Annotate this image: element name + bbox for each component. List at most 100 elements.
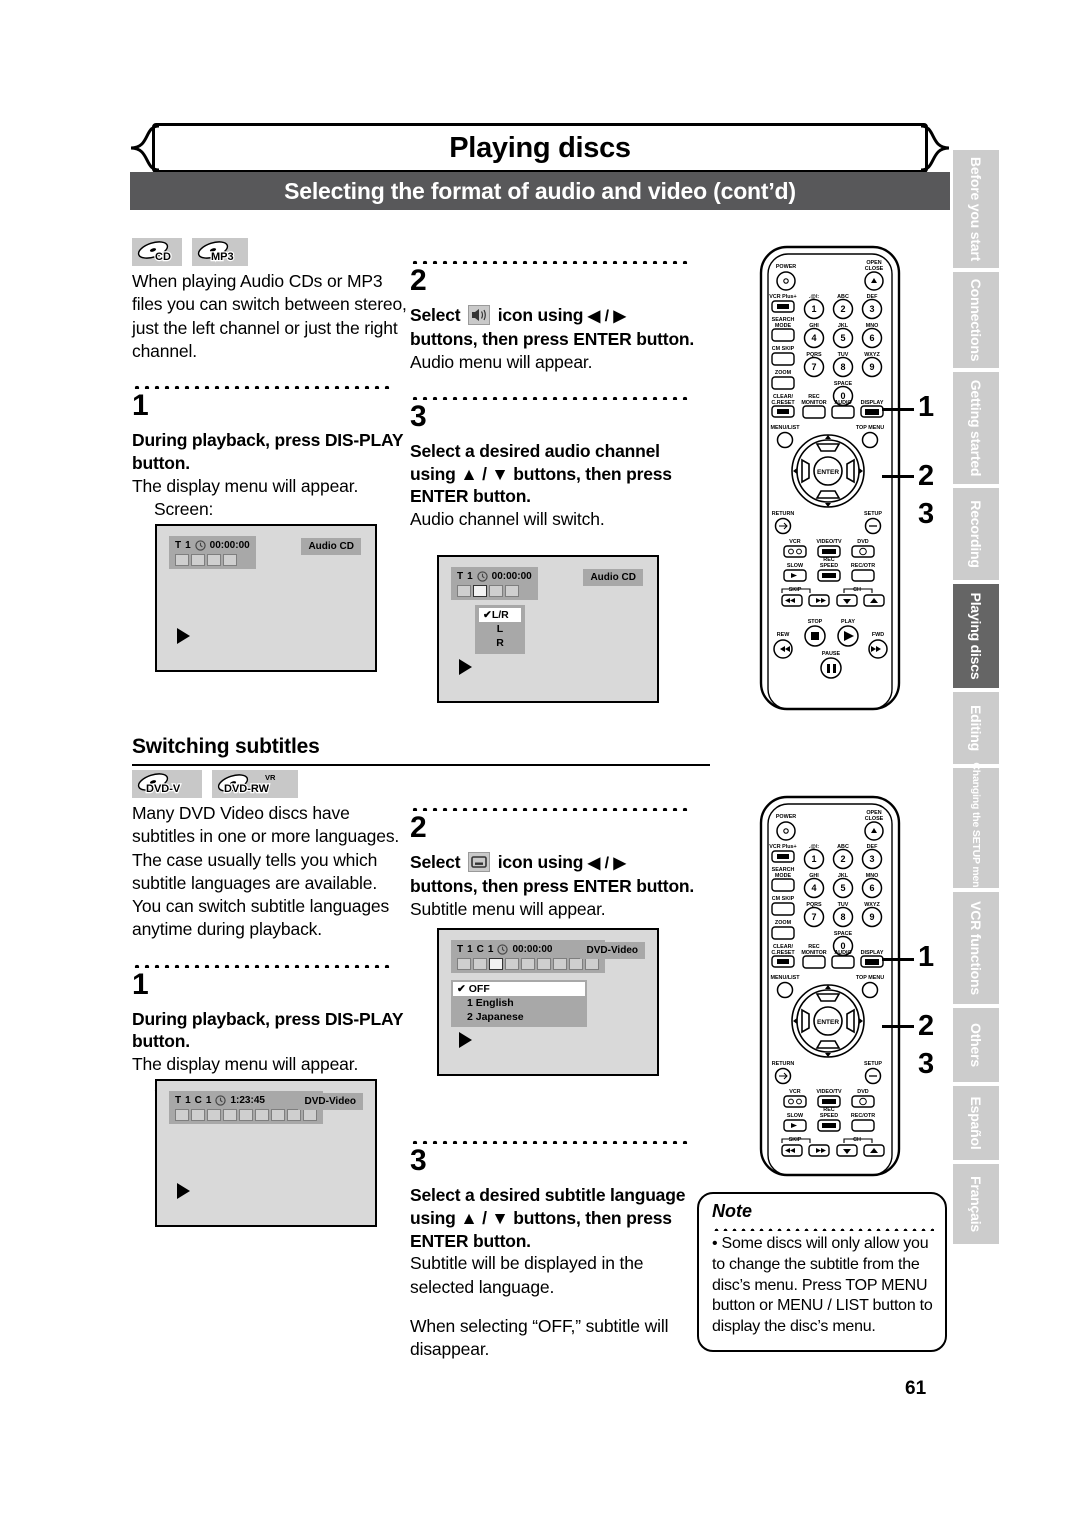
svg-text:MENU/LIST: MENU/LIST bbox=[770, 425, 800, 431]
sidebar-tab-label: Before you start bbox=[968, 156, 984, 262]
osd-angle-icon[interactable] bbox=[505, 958, 519, 970]
osd-bar: T 1 00:00:00 bbox=[451, 567, 538, 600]
svg-text:VCR: VCR bbox=[789, 1089, 800, 1095]
svg-text:RETURN: RETURN bbox=[772, 1061, 795, 1067]
osd-marker-icon[interactable] bbox=[207, 554, 221, 566]
svg-text:MENU/LIST: MENU/LIST bbox=[770, 975, 800, 981]
mp3-disc-icon: MP3 bbox=[197, 241, 235, 263]
switching-subtitles-heading-wrap: Switching subtitles bbox=[132, 735, 710, 766]
sidebar-tab-espa-ol[interactable]: Español bbox=[953, 1086, 999, 1160]
osd-audio-icon[interactable] bbox=[473, 585, 487, 597]
osd-search-icon[interactable] bbox=[537, 958, 551, 970]
osd-bookmark-icon[interactable] bbox=[303, 1109, 317, 1121]
menu-item-lr[interactable]: ✔L/R bbox=[479, 608, 521, 623]
osd-audio-icon[interactable] bbox=[473, 958, 487, 970]
sidebar-tab-label: Others bbox=[968, 1023, 984, 1067]
svg-text:ENTER: ENTER bbox=[817, 469, 839, 476]
osd-time: 00:00:00 bbox=[512, 944, 553, 955]
callout-line-2 bbox=[882, 475, 914, 478]
subtitle-language-menu: ✔ OFF 1 English 2 Japanese bbox=[451, 980, 587, 1027]
menu-item-off[interactable]: ✔ OFF bbox=[453, 982, 585, 997]
svg-text:MP3: MP3 bbox=[211, 251, 234, 263]
divider-dots bbox=[410, 1134, 688, 1144]
osd-search-icon[interactable] bbox=[223, 554, 237, 566]
svg-text:1: 1 bbox=[811, 304, 816, 314]
osd-subtitle-icon[interactable] bbox=[207, 1109, 221, 1121]
osd-noise-reduction-icon[interactable] bbox=[553, 958, 567, 970]
clock-icon bbox=[497, 944, 509, 955]
remote-control-diagram-audio: POWER OPENCLOSE VCR Plus+ SEARCHMODE CM … bbox=[759, 245, 901, 711]
svg-text:3: 3 bbox=[869, 304, 874, 314]
osd-zoom-icon[interactable] bbox=[287, 1109, 301, 1121]
osd-repeat-icon[interactable] bbox=[457, 585, 471, 597]
osd-marker-icon[interactable] bbox=[521, 958, 535, 970]
svg-text:SETUP: SETUP bbox=[864, 1061, 882, 1067]
callout-line-1 bbox=[882, 958, 914, 961]
osd-search-icon[interactable] bbox=[255, 1109, 269, 1121]
osd-subtitle-icon[interactable] bbox=[489, 958, 503, 970]
audio-step3-number: 3 bbox=[410, 399, 427, 433]
osd-time: 00:00:00 bbox=[209, 540, 250, 551]
sidebar-tab-others[interactable]: Others bbox=[953, 1008, 999, 1082]
osd-angle-icon[interactable] bbox=[223, 1109, 237, 1121]
osd-zoom-icon[interactable] bbox=[569, 958, 583, 970]
osd-marker-icon[interactable] bbox=[239, 1109, 253, 1121]
svg-text:5: 5 bbox=[840, 883, 845, 893]
svg-text:ZOOM: ZOOM bbox=[775, 370, 792, 376]
osd-noise-reduction-icon[interactable] bbox=[271, 1109, 285, 1121]
svg-text:9: 9 bbox=[869, 912, 874, 922]
check-icon: ✔ bbox=[457, 983, 466, 995]
svg-text:7: 7 bbox=[811, 362, 816, 372]
osd-marker-icon[interactable] bbox=[489, 585, 503, 597]
page-title: Playing discs bbox=[449, 131, 631, 164]
sidebar-tab-editing[interactable]: Editing bbox=[953, 692, 999, 764]
svg-text:SETUP: SETUP bbox=[864, 511, 882, 517]
svg-text:DVD-RW: DVD-RW bbox=[224, 783, 270, 795]
svg-text:7: 7 bbox=[811, 912, 816, 922]
subtitle-step2-heading-a: Select bbox=[410, 852, 461, 872]
osd-repeat-icon[interactable] bbox=[175, 554, 189, 566]
subtitle-step2-arrows: ◀ / ▶ bbox=[587, 855, 626, 872]
menu-item-r[interactable]: R bbox=[479, 636, 521, 650]
sidebar-tab-before-you-start[interactable]: Before you start bbox=[953, 150, 999, 268]
svg-text:PLAY: PLAY bbox=[841, 619, 855, 625]
osd-repeat-icon[interactable] bbox=[457, 958, 471, 970]
osd-disc-tag: Audio CD bbox=[583, 569, 643, 586]
osd-repeat-icon[interactable] bbox=[175, 1109, 189, 1121]
audio-step2-heading: Select icon using ◀ / ▶ buttons, then pr… bbox=[410, 304, 695, 351]
tv-screen-subtitle-1: T 1 C 1 1:23:45 DVD-Video bbox=[155, 1079, 377, 1227]
sidebar-tab-changing-the-setup-menu[interactable]: Changing the SETUP menu bbox=[953, 762, 999, 894]
dvd-rw-vr-disc-icon: VR DVD-RW bbox=[217, 773, 276, 795]
osd-audio-icon[interactable] bbox=[191, 1109, 205, 1121]
menu-item-l[interactable]: L bbox=[479, 622, 521, 636]
osd-status-line: T 1 00:00:00 bbox=[175, 539, 250, 552]
osd-bookmark-icon[interactable] bbox=[585, 958, 599, 970]
osd-search-icon[interactable] bbox=[505, 585, 519, 597]
svg-text:VIDEO/TV: VIDEO/TV bbox=[816, 539, 842, 545]
svg-text:REC/OTR: REC/OTR bbox=[851, 563, 875, 569]
osd-time: 00:00:00 bbox=[491, 571, 532, 582]
sidebar-tab-vcr-functions[interactable]: VCR functions bbox=[953, 892, 999, 1004]
page-title-box: Playing discs bbox=[152, 123, 928, 173]
audio-step3-heading: Select a desired audio channel using ▲ /… bbox=[410, 440, 672, 507]
page-title-banner: Playing discs bbox=[130, 123, 950, 175]
sidebar-tab-playing-discs[interactable]: Playing discs bbox=[953, 584, 999, 688]
svg-text:1: 1 bbox=[811, 854, 816, 864]
menu-item-japanese[interactable]: 2 Japanese bbox=[453, 1010, 585, 1024]
sidebar-tab-fran-ais[interactable]: Français bbox=[953, 1164, 999, 1244]
note-body: • Some discs will only allow you to chan… bbox=[712, 1235, 933, 1336]
divider-dots bbox=[410, 389, 688, 400]
sidebar-tab-connections[interactable]: Connections bbox=[953, 272, 999, 368]
osd-status-line: T 1 00:00:00 bbox=[457, 570, 532, 583]
middle-column-audio: 2 Select icon using ◀ / ▶ buttons, then … bbox=[410, 238, 695, 531]
disc-badge-cd: CD bbox=[132, 238, 182, 266]
osd-title-marker: T bbox=[175, 1095, 182, 1106]
svg-text:VR: VR bbox=[265, 773, 276, 782]
osd-audio-icon[interactable] bbox=[191, 554, 205, 566]
sidebar-tab-getting-started[interactable]: Getting started bbox=[953, 372, 999, 484]
menu-item-english[interactable]: 1 English bbox=[453, 996, 585, 1010]
sidebar-tab-recording[interactable]: Recording bbox=[953, 488, 999, 580]
svg-text:MODE: MODE bbox=[775, 873, 792, 879]
menu-item-label: L/R bbox=[491, 609, 509, 621]
osd-status-line: T 1 C 1 00:00:00 bbox=[457, 943, 599, 956]
